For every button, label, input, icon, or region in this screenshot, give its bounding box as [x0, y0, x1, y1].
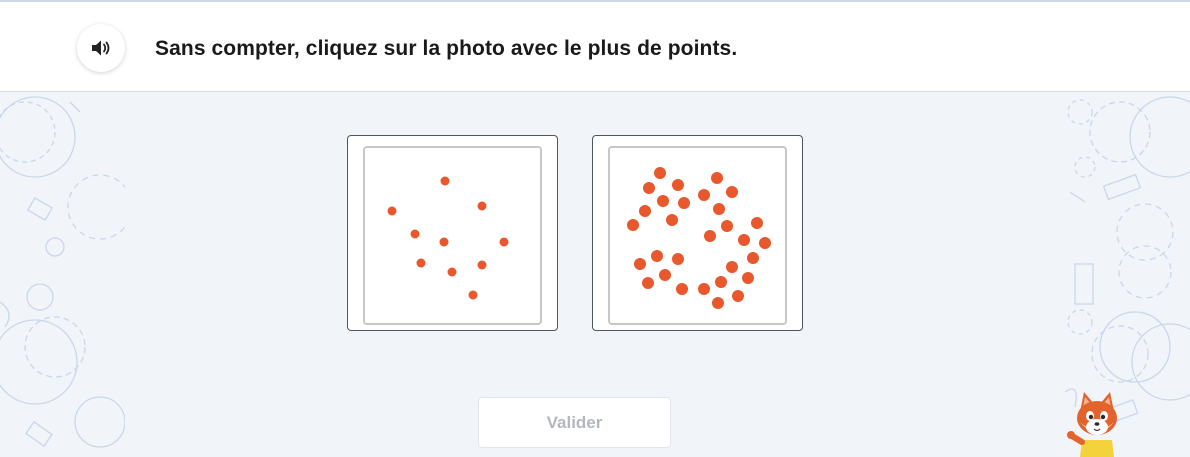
dot: [657, 195, 669, 207]
dot: [654, 167, 666, 179]
audio-button[interactable]: [77, 24, 125, 72]
dot: [627, 219, 639, 231]
dot: [477, 260, 487, 270]
dot: [672, 253, 684, 265]
dot: [726, 261, 738, 273]
dot: [642, 277, 654, 289]
dot: [468, 290, 478, 300]
dot: [759, 237, 771, 249]
dot: [639, 205, 651, 217]
dot: [447, 267, 457, 277]
dot: [747, 252, 759, 264]
dot: [711, 172, 723, 184]
dot: [634, 258, 646, 270]
dot: [676, 283, 688, 295]
dot: [742, 272, 754, 284]
dot: [439, 237, 449, 247]
dot: [721, 220, 733, 232]
dot: [678, 197, 690, 209]
dot: [698, 283, 710, 295]
dot: [440, 176, 450, 186]
dot: [738, 234, 750, 246]
exercise-header: Sans compter, cliquez sur la photo avec …: [0, 0, 1190, 92]
dot: [713, 203, 725, 215]
background-pattern-left: [0, 96, 125, 448]
dot: [643, 182, 655, 194]
dot: [651, 250, 663, 262]
dot: [410, 229, 420, 239]
dot: [732, 290, 744, 302]
dot: [416, 258, 426, 268]
instruction-text: Sans compter, cliquez sur la photo avec …: [155, 37, 738, 60]
dot-cluster-image: [627, 167, 771, 309]
dot: [387, 206, 397, 216]
dot: [499, 237, 509, 247]
fox-mascot: [1067, 392, 1117, 457]
speaker-icon: [92, 40, 110, 56]
validate-button[interactable]: Valider: [478, 397, 671, 448]
dot: [715, 276, 727, 288]
dot: [666, 214, 678, 226]
dot-cluster-image: [387, 176, 509, 300]
dot: [659, 269, 671, 281]
choice-card-few-dots[interactable]: [347, 135, 558, 331]
dot: [712, 297, 724, 309]
dot: [672, 179, 684, 191]
choice-card-many-dots[interactable]: [592, 135, 803, 331]
dot: [698, 189, 710, 201]
dot: [751, 217, 763, 229]
dot: [477, 201, 487, 211]
dot: [704, 230, 716, 242]
dot: [726, 186, 738, 198]
